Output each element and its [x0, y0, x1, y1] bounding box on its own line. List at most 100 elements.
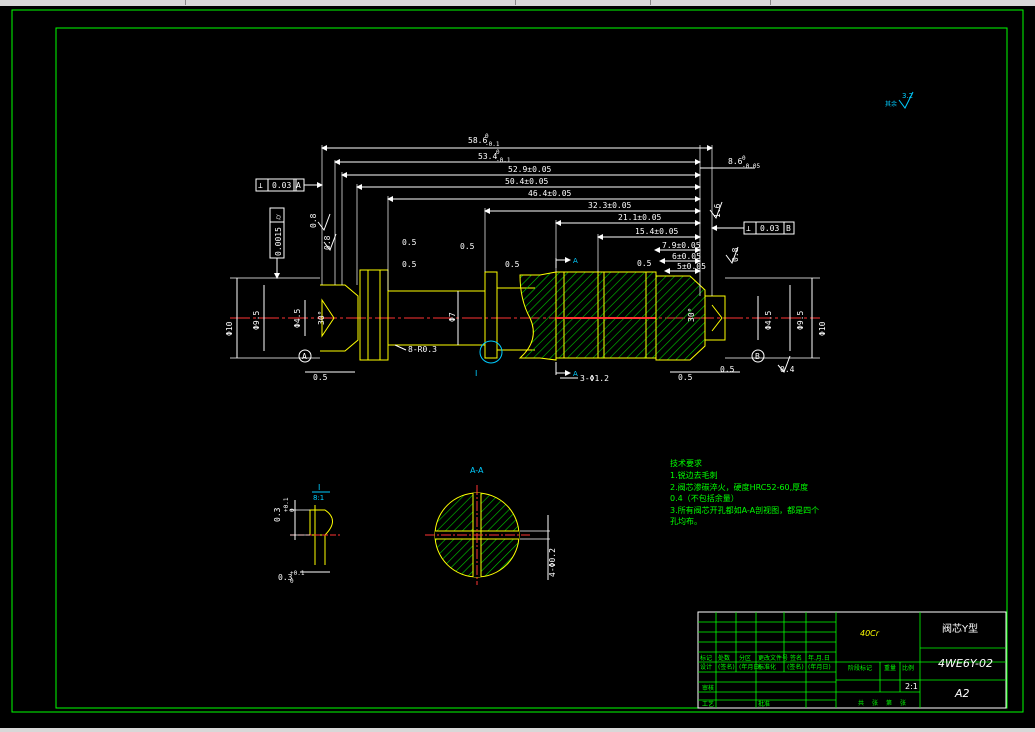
svg-text:0.5: 0.5 [402, 260, 417, 269]
svg-text:50.4±0.05: 50.4±0.05 [505, 177, 549, 186]
status-strip [0, 728, 1035, 732]
svg-text:孔均布。: 孔均布。 [670, 516, 702, 526]
svg-text:张: 张 [900, 699, 906, 707]
svg-text:A: A [296, 181, 301, 190]
svg-text:技术要求: 技术要求 [670, 458, 702, 468]
svg-text:阶段标记: 阶段标记 [848, 664, 872, 672]
svg-text:1.锐边去毛刺: 1.锐边去毛刺 [670, 470, 718, 480]
svg-text:0: 0 [290, 578, 294, 585]
svg-text:第: 第 [886, 699, 892, 707]
svg-text:0.5: 0.5 [637, 259, 652, 268]
section-view: A-A 4-Φ0.2 [425, 466, 557, 585]
drawing-canvas[interactable]: 其余 3.2 I 58.6 0 -0.1 53.4 0 -0.1 52.9±0.… [0, 0, 1035, 732]
svg-text:8-R0.3: 8-R0.3 [408, 345, 437, 354]
svg-text:0.8: 0.8 [731, 247, 740, 262]
svg-text:更改文件号: 更改文件号 [758, 654, 788, 662]
svg-text:阀芯Y型: 阀芯Y型 [942, 622, 978, 635]
svg-text:32.3±0.05: 32.3±0.05 [588, 201, 632, 210]
svg-text:A-A: A-A [470, 466, 484, 475]
svg-text:(签名): (签名) [718, 663, 735, 671]
svg-text:-0.05: -0.05 [742, 163, 760, 170]
svg-text:0.5: 0.5 [505, 260, 520, 269]
svg-text:0.4: 0.4 [780, 365, 795, 374]
middle-land [484, 271, 498, 359]
svg-text:4-Φ0.2: 4-Φ0.2 [548, 548, 557, 577]
svg-text:标准化: 标准化 [758, 663, 776, 671]
svg-text:0: 0 [742, 155, 746, 162]
inner-border [55, 27, 1008, 709]
svg-text:0.5: 0.5 [313, 373, 328, 382]
svg-text:B: B [755, 352, 760, 361]
svg-text:4WE6Y-02: 4WE6Y-02 [938, 657, 993, 670]
title-block: 40Cr 阀芯Y型 4WE6Y-02 A2 2:1 标记 处数 分区 更改文件号… [697, 611, 1007, 709]
svg-text:0.4（不包括余量）: 0.4（不包括余量） [670, 493, 739, 503]
svg-text:A: A [302, 352, 307, 361]
svg-text:标记: 标记 [700, 654, 712, 662]
left-land [359, 269, 389, 361]
svg-text:0.03: 0.03 [272, 181, 291, 190]
svg-text:Φ10: Φ10 [225, 321, 234, 336]
svg-text:Φ9.5: Φ9.5 [796, 311, 805, 330]
svg-text:签名: 签名 [790, 654, 802, 662]
svg-text:0.5: 0.5 [460, 242, 475, 251]
svg-text:处数: 处数 [718, 654, 730, 662]
svg-text:(签名): (签名) [787, 663, 804, 671]
svg-text:46.4±0.05: 46.4±0.05 [528, 189, 572, 198]
tolerance-frame-a: ⊥ 0.03 A [255, 178, 323, 192]
svg-text:A: A [573, 257, 578, 265]
tolerance-frame-b: ⊥ 0.03 B [711, 221, 795, 235]
roughness-symbol: 其余 3.2 [885, 91, 914, 109]
svg-text:A: A [573, 370, 578, 378]
svg-text:共: 共 [858, 699, 864, 707]
svg-text:21.1±0.05: 21.1±0.05 [618, 213, 662, 222]
svg-text:审核: 审核 [702, 684, 714, 692]
svg-text:-0.1: -0.1 [496, 157, 511, 164]
svg-text:3.所有阀芯开孔都如A-A剖视图，都是四个: 3.所有阀芯开孔都如A-A剖视图，都是四个 [670, 505, 819, 515]
svg-text:8.6: 8.6 [728, 157, 743, 166]
svg-text:8:1: 8:1 [313, 494, 324, 502]
svg-text:40Cr: 40Cr [860, 629, 880, 638]
svg-text:重量: 重量 [884, 664, 896, 672]
svg-text:30°: 30° [317, 311, 326, 325]
svg-text:0.5: 0.5 [720, 365, 735, 374]
svg-text:⌭: ⌭ [274, 214, 283, 220]
svg-text:比例: 比例 [902, 664, 914, 672]
svg-text:A2: A2 [954, 687, 970, 700]
svg-text:15.4±0.05: 15.4±0.05 [635, 227, 679, 236]
svg-text:7.9±0.05: 7.9±0.05 [662, 241, 701, 250]
svg-text:0.8: 0.8 [309, 213, 318, 228]
svg-text:30°: 30° [687, 308, 696, 322]
svg-text:6±0.05: 6±0.05 [672, 252, 701, 261]
outer-border [11, 9, 1024, 713]
svg-text:B: B [786, 224, 791, 233]
svg-text:0: 0 [485, 133, 489, 140]
svg-text:0.3: 0.3 [273, 507, 282, 522]
svg-text:0: 0 [289, 508, 296, 512]
svg-text:0.0015: 0.0015 [274, 227, 283, 256]
svg-text:年.月.日: 年.月.日 [808, 654, 830, 662]
svg-text:工艺: 工艺 [702, 700, 714, 708]
svg-text:0.5: 0.5 [402, 238, 417, 247]
svg-text:-0.1: -0.1 [485, 141, 500, 148]
svg-text:5±0.05: 5±0.05 [677, 262, 706, 271]
svg-text:0: 0 [496, 149, 500, 156]
svg-text:0.03: 0.03 [760, 224, 779, 233]
svg-text:⊥: ⊥ [746, 224, 751, 233]
svg-text:批准: 批准 [758, 700, 770, 708]
svg-text:Φ4.5: Φ4.5 [764, 311, 773, 330]
svg-text:I: I [475, 369, 477, 378]
svg-text:2.阀芯渗碳淬火，硬度HRC52-60,厚度: 2.阀芯渗碳淬火，硬度HRC52-60,厚度 [670, 482, 808, 492]
svg-text:52.9±0.05: 52.9±0.05 [508, 165, 552, 174]
detail-view: I 8:1 0.3 +0.1 0 0.3 +0.1 0 [273, 483, 340, 585]
svg-text:0.5: 0.5 [678, 373, 693, 382]
svg-text:53.4: 53.4 [478, 152, 497, 161]
svg-text:Φ7: Φ7 [448, 312, 457, 322]
svg-text:张: 张 [872, 699, 878, 707]
svg-text:其余: 其余 [885, 100, 897, 108]
tolerance-frame-flatness: ⌭ 0.0015 [269, 207, 285, 279]
svg-text:Φ9.5: Φ9.5 [252, 311, 261, 330]
svg-text:⊥: ⊥ [258, 181, 263, 190]
technical-notes: 技术要求 1.锐边去毛刺 2.阀芯渗碳淬火，硬度HRC52-60,厚度 0.4（… [670, 458, 819, 526]
svg-text:Φ4.5: Φ4.5 [293, 309, 302, 328]
svg-text:(年月日): (年月日) [808, 663, 831, 671]
